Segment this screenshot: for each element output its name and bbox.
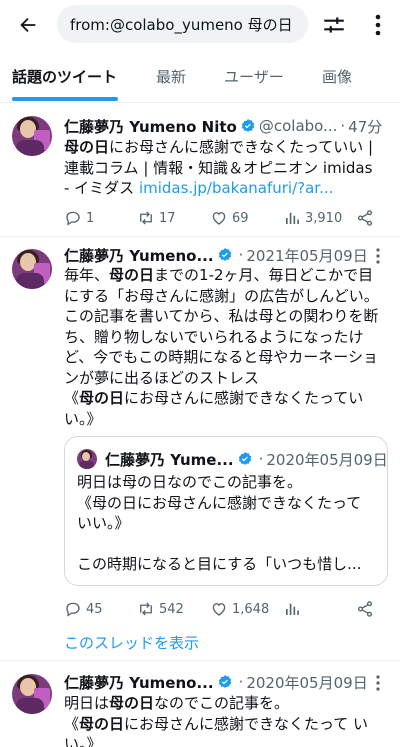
tab-images[interactable]: 画像 [322, 50, 352, 102]
reply-button[interactable]: 45 [64, 598, 103, 620]
views-button[interactable] [283, 598, 305, 620]
avatar[interactable] [12, 116, 52, 156]
highlight-term: 母の日 [64, 138, 110, 156]
tweet-header: 仁藤夢乃 Yumeno Nito @colabo... · 47分 [64, 116, 383, 137]
author-name[interactable]: 仁藤夢乃 Yumeno Nito [64, 116, 237, 137]
heart-icon [212, 603, 226, 616]
tweet-time: 2021年05月09日 [246, 246, 368, 265]
like-button[interactable]: 1,648 [210, 598, 269, 620]
retweet-button[interactable]: 542 [137, 598, 184, 620]
back-arrow-icon[interactable] [14, 11, 42, 39]
tweet-more-icon[interactable] [368, 246, 388, 266]
heart-icon [212, 212, 226, 225]
share-button[interactable] [356, 598, 378, 620]
tweet-header: 仁藤夢乃 Yumeno... · 2020年05月09日 [64, 672, 368, 693]
search-tabs: 話題のツイート 最新 ユーザー 画像 [0, 50, 400, 103]
share-icon [357, 601, 373, 617]
quote-avatar [77, 449, 97, 469]
highlight-term: 母の日 [109, 694, 155, 712]
highlight-term: 母の日 [79, 389, 125, 407]
verified-badge-icon [241, 119, 255, 132]
share-button[interactable] [356, 207, 378, 229]
retweet-button[interactable]: 17 [137, 207, 176, 229]
tweet[interactable]: 仁藤夢乃 Yumeno... · 2020年05月09日 明日は母の日なのでこの… [0, 662, 400, 747]
tweet-time: 2020年05月09日 [246, 673, 368, 692]
search-input[interactable]: from:@colabo_yumeno 母の日 [57, 5, 308, 43]
show-thread-link[interactable]: このスレッドを表示 [64, 632, 199, 653]
tweet-link[interactable]: imidas.jp/bakanafuri/?ar... [139, 179, 333, 197]
highlight-term: 母の日 [79, 714, 125, 733]
retweet-icon [140, 211, 152, 225]
verified-badge-icon [218, 675, 231, 688]
quoted-tweet[interactable]: 仁藤夢乃 Yume... · 2020年05月09日 明日は母の日なのでこの記事… [64, 436, 388, 586]
tab-users[interactable]: ユーザー [224, 50, 284, 102]
tweet-more-icon[interactable] [368, 673, 388, 693]
tweet-time: 47分 [348, 117, 383, 136]
views-button[interactable]: 3,910 [283, 207, 342, 229]
share-icon [357, 210, 373, 226]
quote-author-name: 仁藤夢乃 Yume... [105, 450, 234, 469]
bar-chart-icon [286, 212, 299, 224]
avatar[interactable] [12, 249, 52, 289]
author-name[interactable]: 仁藤夢乃 Yumeno... [64, 245, 214, 266]
tweet[interactable]: 仁藤夢乃 Yumeno... · 2021年05月09日 毎年、母の日までの1-… [0, 238, 400, 661]
reply-button[interactable]: 1 [64, 207, 94, 229]
reply-icon [66, 602, 80, 617]
quote-time: 2020年05月09日 [266, 450, 388, 469]
vertical-dots-icon[interactable] [368, 12, 388, 38]
avatar[interactable] [12, 674, 52, 714]
like-button[interactable]: 69 [210, 207, 249, 229]
top-bar: from:@colabo_yumeno 母の日 [0, 0, 400, 50]
retweet-icon [140, 602, 152, 616]
tweet-text: 毎年、母の日までの1-2ヶ月、毎日どこかで目にする「お母さんに感謝」の広告がしん… [64, 266, 379, 428]
tweet[interactable]: 仁藤夢乃 Yumeno Nito @colabo... · 47分 母の日にお母… [0, 104, 400, 237]
verified-badge-icon [218, 248, 231, 261]
tab-latest[interactable]: 最新 [156, 50, 186, 102]
sliders-icon[interactable] [321, 12, 347, 38]
tweet-text: 明日は母の日なのでこの記事を。 《母の日にお母さんに感謝できなくたって いい。》 [64, 694, 369, 747]
author-name[interactable]: 仁藤夢乃 Yumeno... [64, 672, 214, 693]
bar-chart-icon [286, 603, 299, 615]
quote-text: 明日は母の日なのでこの記事を。 《母の日にお母さんに感謝できなくたって いい。》… [77, 473, 362, 573]
active-tab-indicator [12, 97, 118, 101]
tweet-text: 母の日にお母さんに感謝できなくたっていい | 連載コラム | 情報・知識＆オピニ… [64, 138, 378, 197]
tweet-actions: 45 542 1,648 [64, 598, 384, 620]
reply-icon [66, 211, 80, 226]
tweet-actions: 1 17 69 3,910 [64, 207, 384, 229]
tab-top-tweets[interactable]: 話題のツイート [12, 50, 117, 102]
author-handle: @colabo... [258, 117, 338, 135]
verified-badge-icon [238, 452, 251, 465]
tweet-header: 仁藤夢乃 Yumeno... · 2021年05月09日 [64, 245, 368, 266]
highlight-term: 母の日 [109, 266, 155, 284]
search-query: from:@colabo_yumeno 母の日 [70, 15, 293, 34]
quote-header: 仁藤夢乃 Yume... · 2020年05月09日 [105, 450, 388, 469]
